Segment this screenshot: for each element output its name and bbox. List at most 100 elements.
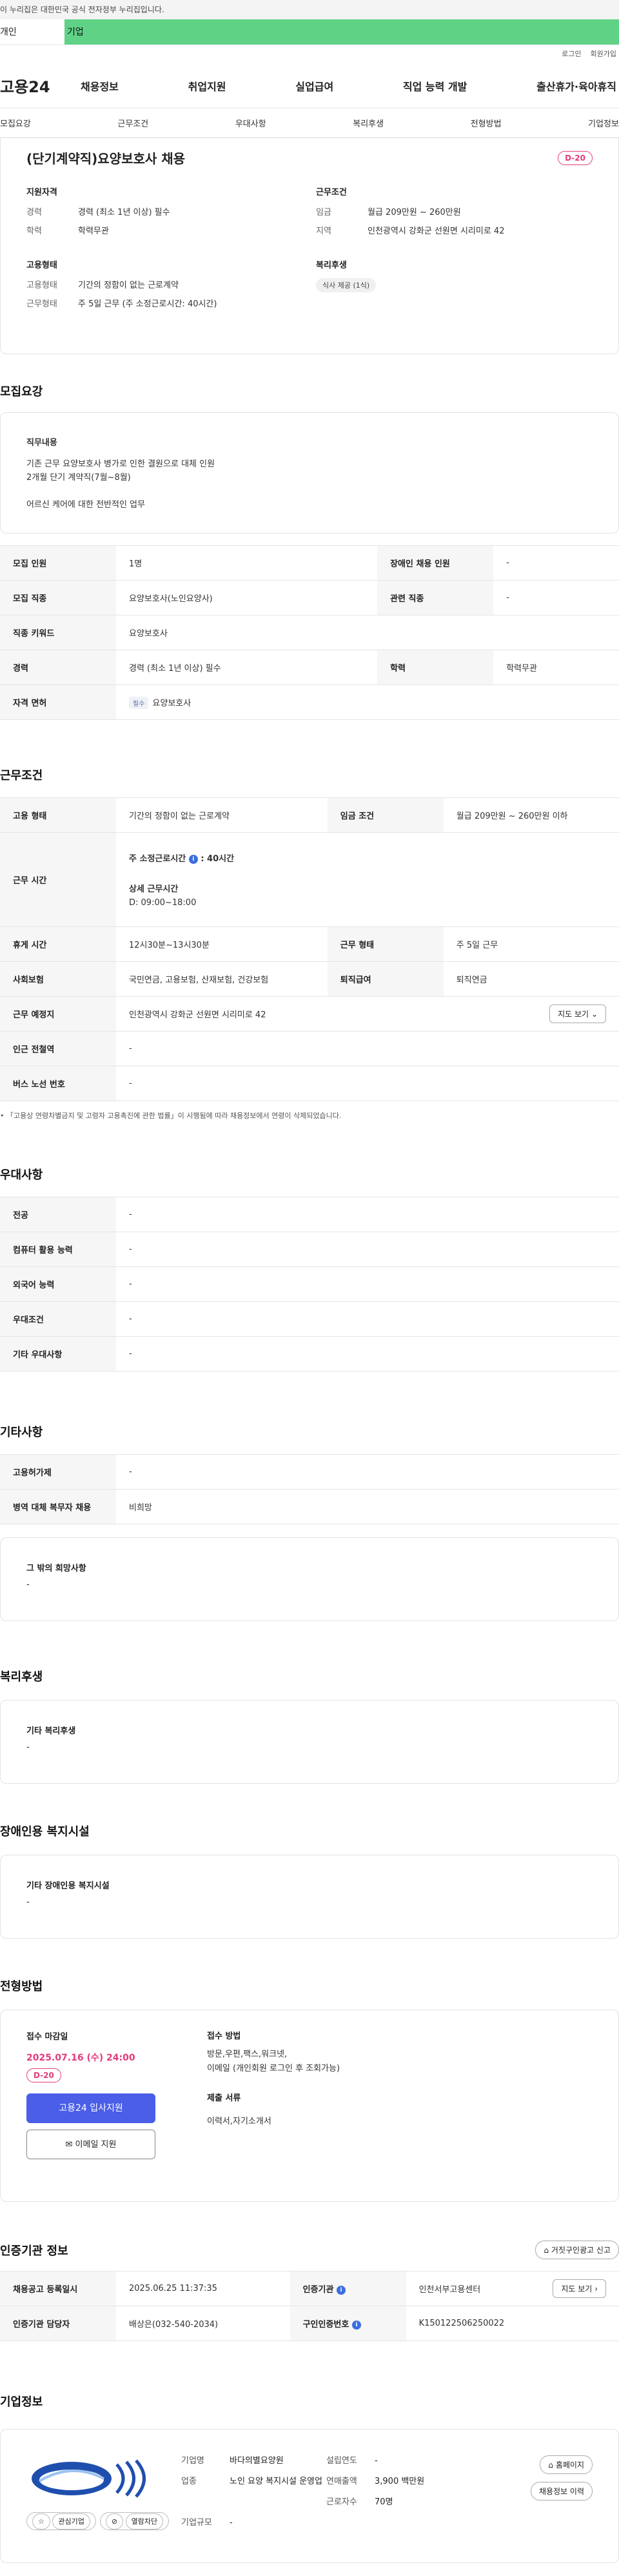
agency-map-button[interactable]: 지도 보기 › <box>553 2279 606 2298</box>
company-title: 기업정보 <box>0 2395 43 2409</box>
cmp-value: 노인 요양 복지시설 운영업 <box>230 2477 322 2486</box>
table-row: 컴퓨터 활용 능력 - <box>0 1232 619 1267</box>
cell-key: 외국어 능력 <box>0 1266 116 1302</box>
subnav-company[interactable]: 기업정보 <box>588 117 619 129</box>
gnb-item-jobs[interactable]: 채용정보 <box>81 78 119 94</box>
cell-key: 채용공고 등록일시 <box>0 2271 116 2306</box>
site-logo[interactable]: 고용24 <box>0 74 81 97</box>
cell-key: 전공 <box>0 1197 116 1232</box>
table-row: 채용공고 등록일시 2025.06.25 11:37:35 인증기관 i 인천서부고용… <box>0 2271 619 2306</box>
join-link[interactable]: 회원가입 <box>591 50 616 58</box>
email-apply-label: 이메일 지원 <box>75 2140 117 2150</box>
login-link[interactable]: 로그인 <box>562 50 581 58</box>
cmp-key: 기업규모 <box>181 2518 212 2528</box>
cell-value: - <box>493 580 619 615</box>
info-icon[interactable]: i <box>336 2285 346 2295</box>
table-row: 고용허가제 - <box>0 1454 619 1490</box>
duty-box: 직무내용 기존 근무 요양보호사 병가로 인한 결원으로 대체 인원 2개월 단… <box>0 412 619 534</box>
cell-value: - <box>116 1301 619 1337</box>
cell-value: 경력 (최소 1년 이상) 필수 <box>116 650 378 685</box>
star-icon: ☆ <box>32 2513 50 2530</box>
apply-box: 접수 마감일 2025.07.16 (수) 24:00 D-20 고용24 입사… <box>0 2010 619 2202</box>
cell-key: 인근 전철역 <box>0 1031 116 1066</box>
table-row: 전공 - <box>0 1197 619 1232</box>
gnb-item-training[interactable]: 직업 능력 개발 <box>403 78 467 94</box>
emp-key: 근무형태 <box>26 299 57 309</box>
cell-key: 인증기관 i <box>290 2271 406 2306</box>
table-row: 버스 노선 번호 - <box>0 1066 619 1101</box>
table-row: 근무 예정지 인천광역시 강화군 선원면 시리미로 42 지도 보기 ⌄ <box>0 996 619 1032</box>
homepage-button[interactable]: ⌂ 홈페이지 <box>540 2455 593 2474</box>
cmp-value: 3,900 백만원 <box>375 2477 425 2486</box>
docs-value: 이력서,자기소개서 <box>207 2117 271 2126</box>
cell-key: 병역 대체 복무자 채용 <box>0 1489 116 1524</box>
cell-value: - <box>493 545 619 581</box>
table-row: 고용 형태 기간의 정함이 없는 근로계약 임금 조건 월급 209만원 ~ 260만… <box>0 797 619 833</box>
cond-value: 인천광역시 강화군 선원면 시리미로 42 <box>368 226 505 236</box>
table-row: 직종 키워드 요양보호사 <box>0 615 619 650</box>
subnav-welfare[interactable]: 복리후생 <box>353 117 384 129</box>
cell-value: 요양보호사 <box>116 615 619 650</box>
cell-value: 1명 <box>116 545 378 581</box>
history-label: 채용정보 이력 <box>538 2487 584 2496</box>
cell-key: 경력 <box>0 650 116 685</box>
cell-value: 필수 요양보호사 <box>116 684 619 720</box>
map-button[interactable]: 지도 보기 ⌄ <box>549 1004 606 1023</box>
apply-right: 접수 방법 방문,우편,팩스,워크넷, 이메일 (개인회원 로그인 후 조회가능… <box>155 2030 593 2175</box>
table-row: 인증기관 담당자 배상은(032-540-2034) 구인인증번호 i K150122… <box>0 2306 619 2341</box>
cell-key: 자격 면허 <box>0 684 116 720</box>
interest-company-button[interactable]: ☆ 관심기업 <box>26 2512 96 2530</box>
cell-value: 국민연금, 고용보험, 산재보험, 건강보험 <box>116 961 328 997</box>
disabled-box-title: 기타 장애인용 복지시설 <box>26 1881 110 1891</box>
company-box: ☆ 관심기업 ⊘ 열람차단 기업명 바다의별요양원 설립연도 - 업종 노인 요양 복… <box>0 2429 619 2563</box>
email-apply-button[interactable]: ✉ 이메일 지원 <box>26 2130 155 2159</box>
etc-table: 고용허가제 - 병역 대체 복무자 채용 비희망 <box>0 1454 619 1524</box>
job-title: (단기계약직)요양보호사 채용 <box>26 151 186 166</box>
dday-badge: D-20 <box>558 150 593 165</box>
subnav-select[interactable]: 전형방법 <box>471 117 502 129</box>
cell-value: 12시30분~13시30분 <box>116 926 328 962</box>
table-row: 모집 인원 1명 장애인 채용 인원 - <box>0 545 619 581</box>
cond-key: 지역 <box>316 226 331 236</box>
cell-key: 컴퓨터 활용 능력 <box>0 1232 116 1267</box>
cell-key: 직종 키워드 <box>0 615 116 650</box>
cell-value: - <box>116 1232 619 1267</box>
method-line: 방문,우편,팩스,워크넷, <box>207 2050 288 2059</box>
table-row: 자격 면허 필수 요양보호사 <box>0 684 619 720</box>
subnav-recruit[interactable]: 모집요강 <box>0 117 31 129</box>
table-row: 인근 전철역 - <box>0 1031 619 1066</box>
gnb-item-support[interactable]: 취업지원 <box>188 78 226 94</box>
info-icon[interactable]: i <box>188 854 198 864</box>
chevron-right-icon: › <box>594 2284 598 2293</box>
pref-table: 전공 - 컴퓨터 활용 능력 - 외국어 능력 - 우대조건 - 기타 우대사항 - <box>0 1197 619 1372</box>
gnb-item-leave[interactable]: 출산휴가·육아휴직 <box>536 78 616 94</box>
cell-value: 퇴직연금 <box>443 961 619 997</box>
info-icon[interactable]: i <box>351 2320 361 2330</box>
top-tabs: 개인 기업 <box>0 19 619 45</box>
duty-title: 직무내용 <box>26 438 57 448</box>
gnb-item-benefit[interactable]: 실업급여 <box>295 78 333 94</box>
select-title: 전형방법 <box>0 1980 43 1993</box>
table-row: 사회보험 국민연금, 고용보험, 산재보험, 건강보험 퇴직급여 퇴직연금 <box>0 961 619 997</box>
subnav-pref[interactable]: 우대사항 <box>235 117 266 129</box>
subnav-work[interactable]: 근무조건 <box>117 117 148 129</box>
cert-key: 인증기관 <box>302 2285 334 2295</box>
mail-icon: ✉ <box>65 2140 73 2150</box>
qual-key: 경력 <box>26 208 42 217</box>
method-title: 접수 방법 <box>207 2032 241 2041</box>
apply-button[interactable]: 고용24 입사지원 <box>26 2093 155 2123</box>
cell-key: 구인인증번호 i <box>290 2306 406 2341</box>
welfare-box-title: 기타 복리후생 <box>26 1726 76 1736</box>
company-logo <box>26 2455 155 2502</box>
deadline-value: 2025.07.16 (수) 24:00 <box>26 2053 135 2063</box>
cell-value: 주 소정근로시간 i : 40시간 상세 근무시간 D: 09:00~18:00 <box>116 832 619 927</box>
history-button[interactable]: 채용정보 이력 <box>530 2482 593 2501</box>
cell-key: 장애인 채용 인원 <box>377 545 494 581</box>
cmp-key: 기업명 <box>181 2456 204 2466</box>
tab-personal[interactable]: 개인 <box>0 19 64 45</box>
cmp-value <box>230 2497 326 2508</box>
tab-company[interactable]: 기업 <box>64 19 619 45</box>
cell-value: K150122506250022 <box>406 2306 619 2341</box>
cell-key: 임금 조건 <box>327 797 444 833</box>
report-button[interactable]: ⌂ 거짓구인광고 신고 <box>535 2241 619 2259</box>
